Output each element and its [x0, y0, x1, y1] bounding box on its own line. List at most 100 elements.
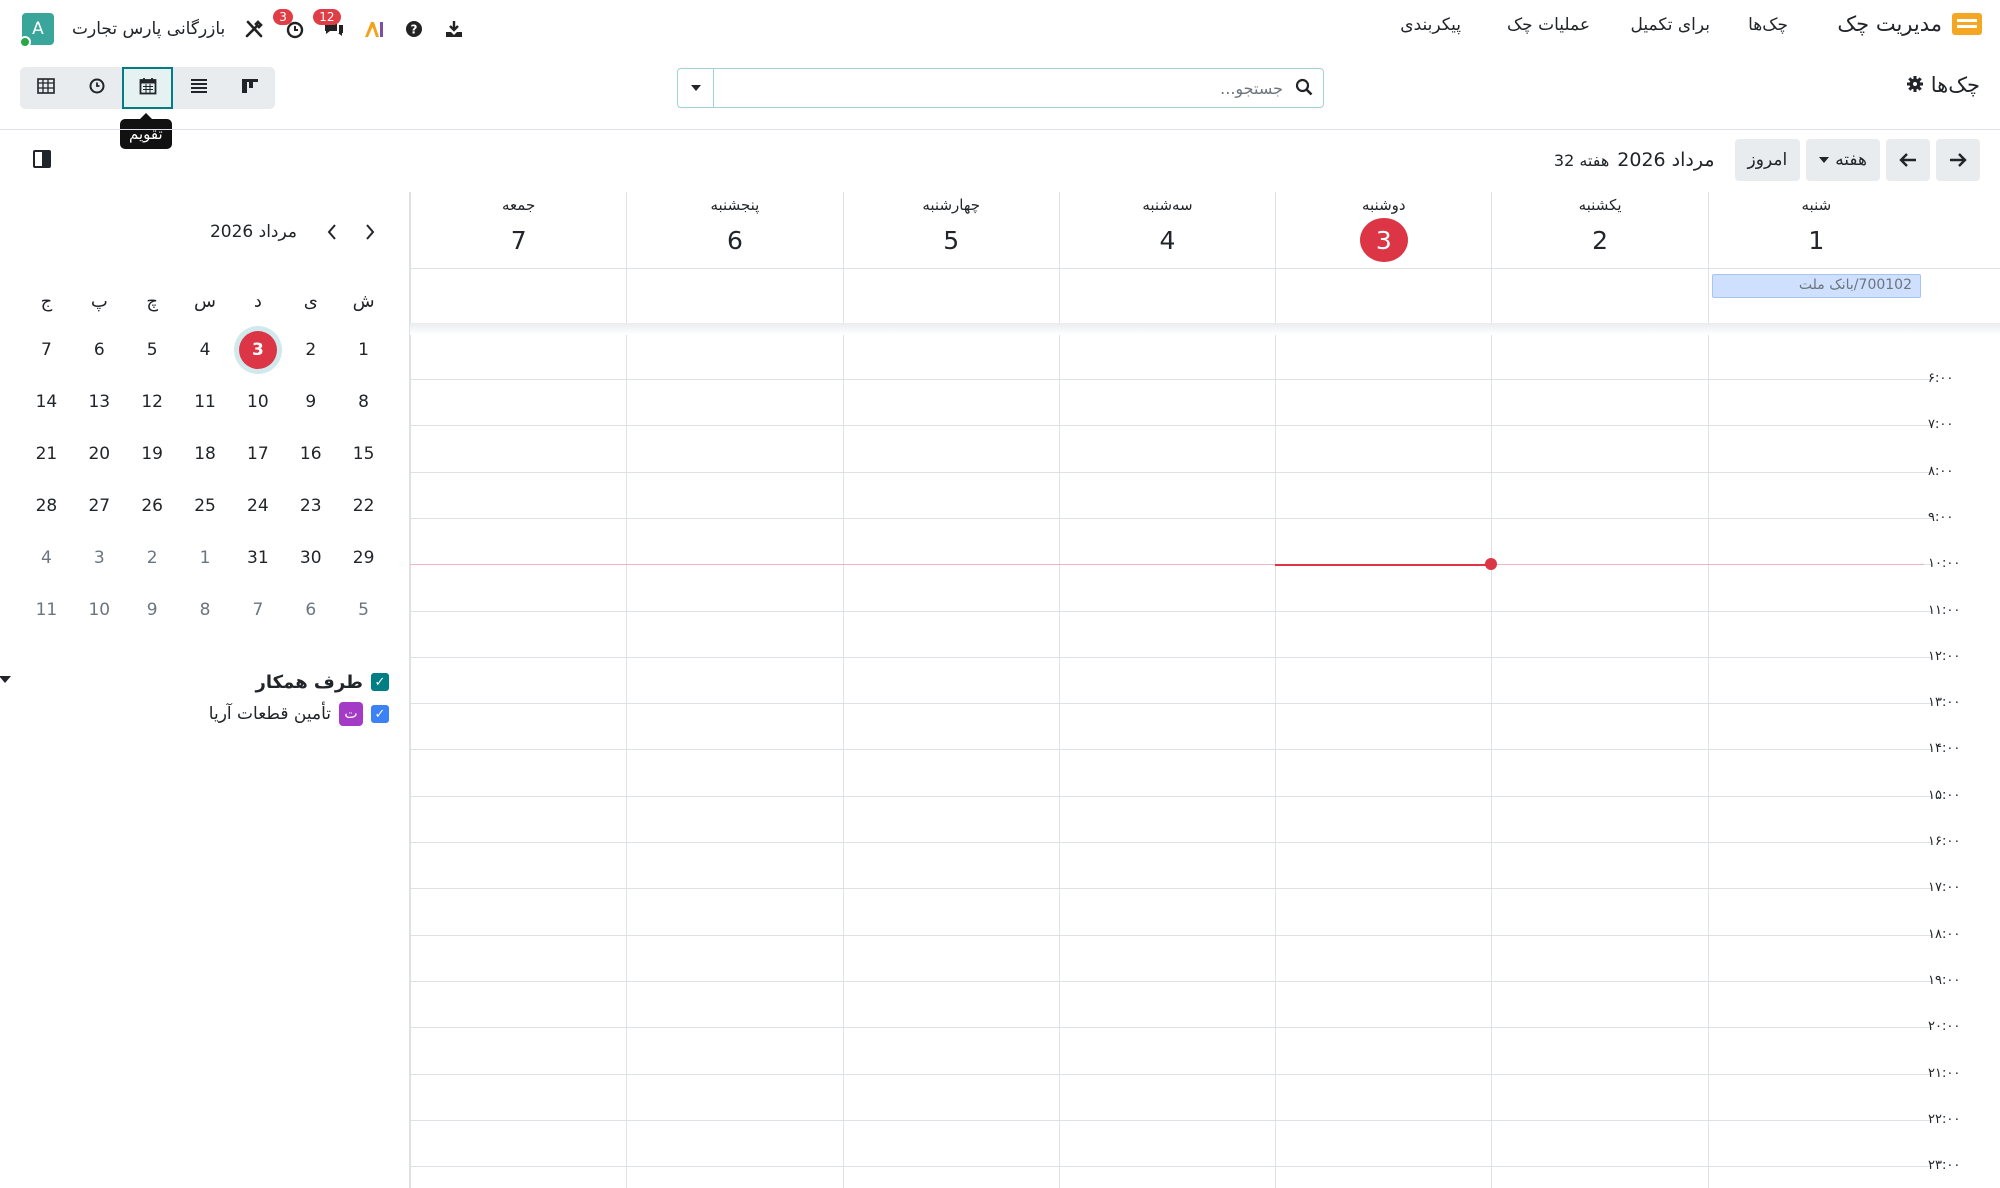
- partner-filter-item[interactable]: ✓ ت تأمین قطعات آریا: [9, 698, 389, 730]
- mini-calendar-day[interactable]: 24: [231, 480, 284, 532]
- day-time-column[interactable]: [1058, 335, 1275, 1188]
- mini-calendar-day[interactable]: 30: [284, 532, 337, 584]
- checkbox-checked-icon[interactable]: ✓: [371, 673, 389, 691]
- mini-calendar-day[interactable]: 28: [20, 480, 73, 532]
- day-column-header[interactable]: چهارشنبه 5: [842, 192, 1059, 268]
- calendar-event[interactable]: 700102/بانک ملت: [1711, 274, 1921, 298]
- mini-calendar-day[interactable]: 16: [284, 428, 337, 480]
- mini-calendar-day[interactable]: 7: [231, 584, 284, 636]
- day-column-header[interactable]: جمعه 7: [410, 192, 626, 268]
- mini-calendar-day[interactable]: 8: [179, 584, 232, 636]
- kanban-view-button[interactable]: [224, 67, 275, 109]
- mini-calendar-day[interactable]: 11: [20, 584, 73, 636]
- previous-button[interactable]: [1886, 139, 1930, 181]
- menu-item-configuration[interactable]: پیکربندی: [1400, 15, 1461, 35]
- day-time-column[interactable]: [626, 335, 842, 1188]
- list-view-button[interactable]: [173, 67, 224, 109]
- menu-item-to-complete[interactable]: برای تکمیل: [1631, 15, 1711, 35]
- mini-calendar-day[interactable]: 27: [73, 480, 126, 532]
- pivot-view-button[interactable]: [20, 67, 71, 109]
- search-icon[interactable]: [1295, 78, 1313, 101]
- debug-tools-icon[interactable]: [243, 18, 265, 40]
- mini-calendar-day[interactable]: 1: [337, 324, 390, 376]
- mini-calendar-day[interactable]: 5: [126, 324, 179, 376]
- app-title[interactable]: مدیریت چک: [1837, 12, 1942, 36]
- day-column-header[interactable]: پنجشنبه 6: [626, 192, 842, 268]
- mini-calendar-day[interactable]: 1: [179, 532, 232, 584]
- day-column-header[interactable]: دوشنبه 3: [1275, 192, 1491, 268]
- next-button[interactable]: [1936, 139, 1980, 181]
- mini-calendar-next-button[interactable]: [356, 218, 384, 246]
- download-icon[interactable]: [443, 18, 465, 40]
- mini-calendar-day[interactable]: 9: [284, 376, 337, 428]
- activity-clock-icon[interactable]: 3: [273, 9, 305, 40]
- mini-calendar-day[interactable]: 18: [179, 428, 232, 480]
- day-time-column[interactable]: [842, 335, 1059, 1188]
- calendar-view-button[interactable]: [122, 67, 173, 109]
- day-column-header[interactable]: سه‌شنبه 4: [1058, 192, 1275, 268]
- all-day-cell[interactable]: [410, 269, 626, 324]
- all-day-cell[interactable]: [1491, 269, 1707, 324]
- mini-calendar-previous-button[interactable]: [318, 218, 346, 246]
- collapse-caret-icon[interactable]: [0, 676, 11, 683]
- mini-calendar-day[interactable]: 4: [20, 532, 73, 584]
- all-day-cell[interactable]: 700102/بانک ملت: [1707, 269, 1924, 324]
- all-day-cell[interactable]: [626, 269, 842, 324]
- mini-calendar-day[interactable]: 3: [231, 324, 284, 376]
- search-options-toggle[interactable]: [678, 69, 714, 107]
- mini-calendar-day[interactable]: 25: [179, 480, 232, 532]
- company-switcher[interactable]: بازرگانی پارس تجارت: [72, 19, 225, 39]
- day-column-header[interactable]: یکشنبه 2: [1491, 192, 1707, 268]
- gear-icon[interactable]: [1906, 73, 1923, 97]
- mini-calendar-day[interactable]: 23: [284, 480, 337, 532]
- side-panel-toggle-icon[interactable]: [33, 150, 51, 168]
- partner-filter-header[interactable]: ✓ طرف همکار: [9, 666, 389, 698]
- day-time-column[interactable]: [1491, 335, 1707, 1188]
- day-column-header[interactable]: شنبه 1: [1707, 192, 1924, 268]
- mini-calendar-day[interactable]: 10: [231, 376, 284, 428]
- all-day-cell[interactable]: [1275, 269, 1491, 324]
- mini-calendar-day[interactable]: 2: [126, 532, 179, 584]
- mini-calendar-day[interactable]: 17: [231, 428, 284, 480]
- mini-calendar-grid: ش ی د س چ پ ج 1 2 3 4 5 6 7 8 9 10 11 12 13 14 15 16 17 18 19 20 21…: [20, 278, 390, 636]
- mini-calendar-day[interactable]: 12: [126, 376, 179, 428]
- mini-calendar-day[interactable]: 3: [73, 532, 126, 584]
- today-button[interactable]: امروز: [1734, 139, 1801, 181]
- activity-view-button[interactable]: [71, 67, 122, 109]
- mini-calendar-day[interactable]: 5: [337, 584, 390, 636]
- search-input[interactable]: [723, 75, 1283, 101]
- day-time-column[interactable]: [1707, 335, 1924, 1188]
- mini-calendar-day[interactable]: 13: [73, 376, 126, 428]
- mini-calendar-day[interactable]: 22: [337, 480, 390, 532]
- mini-calendar-day[interactable]: 29: [337, 532, 390, 584]
- mini-calendar-day[interactable]: 9: [126, 584, 179, 636]
- ai-icon[interactable]: [363, 18, 385, 40]
- mini-calendar-day[interactable]: 6: [284, 584, 337, 636]
- mini-calendar-day[interactable]: 11: [179, 376, 232, 428]
- mini-calendar-day[interactable]: 2: [284, 324, 337, 376]
- menu-item-cheque-operations[interactable]: عملیات چک: [1507, 15, 1590, 35]
- mini-calendar-day[interactable]: 26: [126, 480, 179, 532]
- mini-calendar-day[interactable]: 8: [337, 376, 390, 428]
- app-brand[interactable]: مدیریت چک: [1837, 12, 1982, 36]
- mini-calendar-day[interactable]: 6: [73, 324, 126, 376]
- all-day-cell[interactable]: [1058, 269, 1275, 324]
- mini-calendar-day[interactable]: 15: [337, 428, 390, 480]
- day-time-column[interactable]: [410, 335, 626, 1188]
- mini-calendar-day[interactable]: 14: [20, 376, 73, 428]
- checkbox-checked-icon[interactable]: ✓: [371, 705, 389, 723]
- mini-calendar-day[interactable]: 4: [179, 324, 232, 376]
- avatar[interactable]: A: [19, 13, 54, 48]
- day-time-column[interactable]: [1275, 335, 1491, 1188]
- help-icon[interactable]: ?: [403, 18, 425, 40]
- mini-calendar-day[interactable]: 19: [126, 428, 179, 480]
- all-day-cell[interactable]: [842, 269, 1059, 324]
- menu-item-cheques[interactable]: چک‌ها: [1748, 15, 1788, 35]
- mini-calendar-day[interactable]: 31: [231, 532, 284, 584]
- mini-calendar-day[interactable]: 20: [73, 428, 126, 480]
- scale-dropdown[interactable]: هفته: [1806, 139, 1880, 181]
- mini-calendar-day[interactable]: 10: [73, 584, 126, 636]
- messages-icon[interactable]: 12: [313, 9, 345, 40]
- mini-calendar-day[interactable]: 21: [20, 428, 73, 480]
- mini-calendar-day[interactable]: 7: [20, 324, 73, 376]
